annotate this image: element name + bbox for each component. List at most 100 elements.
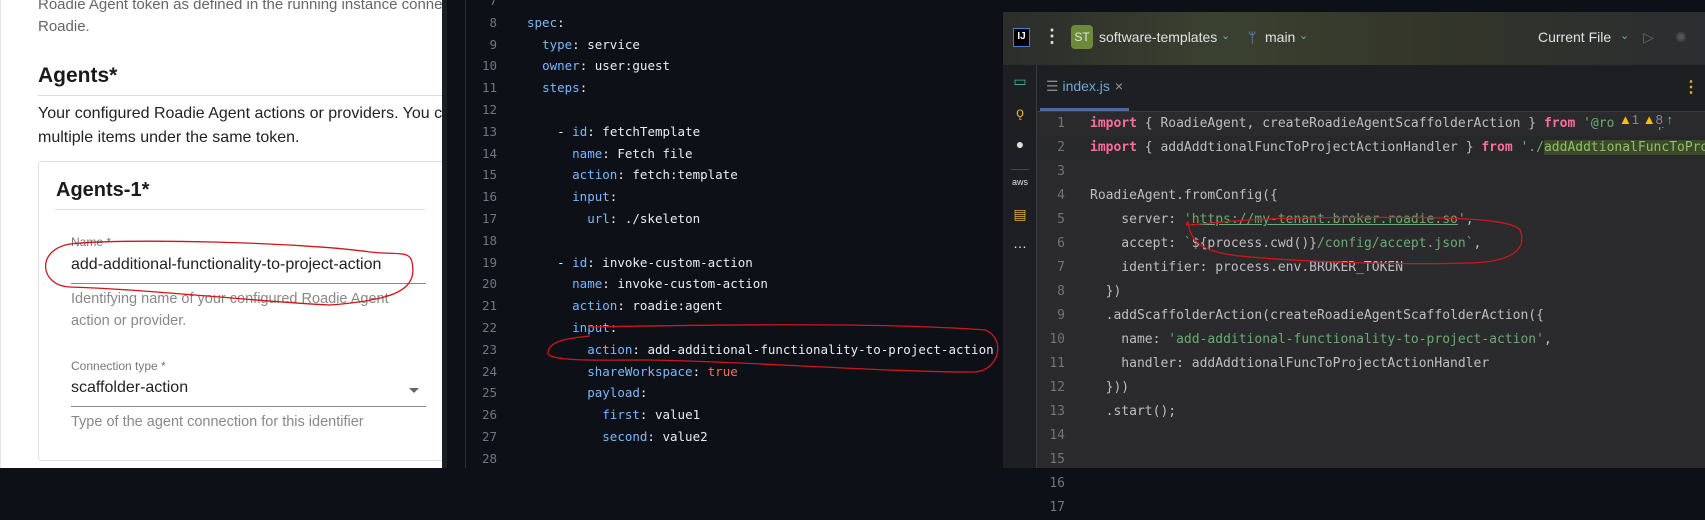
line-number: 3	[1057, 164, 1065, 179]
code-token: }))	[1090, 380, 1130, 395]
connection-type-select[interactable]: scaffolder-action	[71, 379, 188, 397]
code-token: handler: addAddtionalFuncToProjectAction…	[1090, 356, 1490, 371]
line-number: 22	[481, 320, 497, 335]
code-token: '	[1183, 212, 1192, 227]
code-token: spec	[527, 14, 558, 30]
code-line: 24 shareWorkspace: true	[447, 361, 738, 383]
line-number: 19	[481, 254, 497, 270]
code-token: id	[572, 254, 588, 270]
code-token: action	[572, 167, 618, 183]
code-line: 16	[1037, 472, 1090, 496]
main-menu-icon[interactable]: ⋮	[1043, 26, 1061, 47]
line-number: 14	[1049, 428, 1065, 443]
name-input[interactable]: add-additional-functionality-to-project-…	[71, 256, 381, 274]
code-token: user:guest	[594, 58, 671, 74]
connection-type-label: Connection type *	[71, 359, 166, 373]
github-icon[interactable]: ●	[1011, 136, 1029, 152]
code-token: input	[572, 320, 610, 335]
code-line: 27 second: value2	[447, 426, 708, 448]
code-token: /config/accept.json`	[1316, 236, 1474, 251]
line-number: 23	[481, 341, 497, 357]
code-line: 7	[447, 0, 527, 12]
line-number: 27	[481, 429, 497, 444]
connection-underline	[71, 406, 426, 407]
line-number: 4	[1057, 188, 1065, 203]
code-token: invoke-custom-action	[617, 276, 768, 292]
agent-config-form: Roadie Agent token as defined in the run…	[0, 0, 442, 468]
arrow-up-icon[interactable]: ↑	[1666, 112, 1673, 127]
more-options-icon[interactable]: ⋮	[1683, 77, 1699, 97]
editor-tabs: ☰ index.js × ⋮	[1037, 65, 1705, 112]
code-line: 17	[1037, 496, 1090, 520]
line-number: 8	[489, 14, 497, 30]
tab-index-js[interactable]: ☰ index.js ×	[1040, 65, 1130, 111]
code-line: 11 handler: addAddtionalFuncToProjectAct…	[1037, 352, 1489, 376]
code-token: import	[1090, 140, 1137, 155]
line-number: 9	[489, 36, 497, 52]
code-line: 14 name: Fetch file	[447, 143, 693, 165]
code-token: :	[609, 211, 625, 226]
code-line: 22 input:	[447, 317, 617, 339]
code-line: 10 name: 'add-additional-functionality-t…	[1037, 328, 1552, 352]
line-number: 17	[1049, 500, 1065, 515]
tool-window-strip: ▭ ǫ ● aws ▤ …	[1003, 65, 1037, 468]
code-token: :	[647, 429, 663, 444]
code-line: 2 import { addAddtionalFuncToProjectActio…	[1037, 136, 1705, 160]
code-token: ./skeleton	[624, 211, 701, 226]
branch-selector[interactable]: main	[1265, 29, 1295, 45]
line-number: 16	[1049, 476, 1065, 491]
debug-icon[interactable]: ✺	[1675, 29, 1687, 46]
code-line: 10 owner: user:guest	[447, 55, 670, 77]
card-title: Agents-1*	[56, 179, 150, 201]
code-token: owner	[542, 58, 580, 74]
code-token: from	[1481, 140, 1513, 155]
code-token: import	[1090, 116, 1137, 131]
chevron-down-icon[interactable]: ⌄	[1299, 29, 1308, 42]
chevron-down-icon[interactable]: ⌄	[1221, 29, 1230, 42]
code-token: addAddtionalFuncToProjectActio	[1543, 140, 1705, 155]
run-config-selector[interactable]: Current File	[1538, 29, 1611, 45]
commit-icon[interactable]: ǫ	[1011, 104, 1029, 120]
inspection-widget[interactable]: ▲1 ▲8 ↑	[1615, 112, 1677, 127]
name-label: Name *	[71, 235, 112, 249]
code-line: 13 .start();	[1037, 400, 1176, 424]
run-icon[interactable]: ▷	[1643, 29, 1654, 46]
code-token: :	[609, 320, 618, 335]
line-number: 13	[1049, 404, 1065, 419]
code-line: 15 action: fetch:template	[447, 164, 738, 186]
code-token: :	[587, 254, 603, 270]
code-line: 19 - id: invoke-custom-action	[447, 252, 753, 274]
line-number: 5	[1057, 212, 1065, 227]
close-icon[interactable]: ×	[1115, 78, 1123, 94]
chevron-down-icon[interactable]: ⌄	[1620, 29, 1629, 42]
name-help: Identifying name of your configured Road…	[71, 291, 389, 329]
branch-icon: ᛘ	[1248, 29, 1257, 45]
warning-icon: ▲	[1619, 112, 1632, 127]
section-desc: Your configured Roadie Agent actions or …	[38, 105, 442, 122]
code-token: RoadieAgent.fromConfig({	[1090, 188, 1278, 203]
more-tools-icon[interactable]: …	[1011, 235, 1029, 251]
code-token: service	[587, 36, 640, 52]
ide-toolbar: IJ ⋮ ST software-templates ⌄ ᛘ main ⌄ Cu…	[1003, 12, 1705, 65]
code-line: 9 type: service	[447, 34, 640, 56]
code-token: -	[557, 123, 573, 139]
aws-icon[interactable]: aws	[1011, 177, 1029, 187]
code-line: 3	[1037, 160, 1090, 184]
database-icon[interactable]: ▤	[1011, 206, 1029, 223]
chevron-down-icon[interactable]	[409, 388, 419, 393]
project-view-icon[interactable]: ▭	[1011, 73, 1029, 90]
project-selector[interactable]: software-templates	[1099, 29, 1217, 45]
code-token: ,	[1543, 332, 1552, 347]
code-line: 21 action: roadie:agent	[447, 295, 723, 317]
intro-text: Roadie Agent token as defined in the run…	[38, 0, 442, 13]
code-token: :	[587, 123, 603, 139]
line-number: 8	[1057, 284, 1065, 299]
structure-icon: ☰	[1046, 78, 1063, 94]
code-token: { addAddtionalFuncToProjectActionHandler…	[1136, 140, 1482, 155]
